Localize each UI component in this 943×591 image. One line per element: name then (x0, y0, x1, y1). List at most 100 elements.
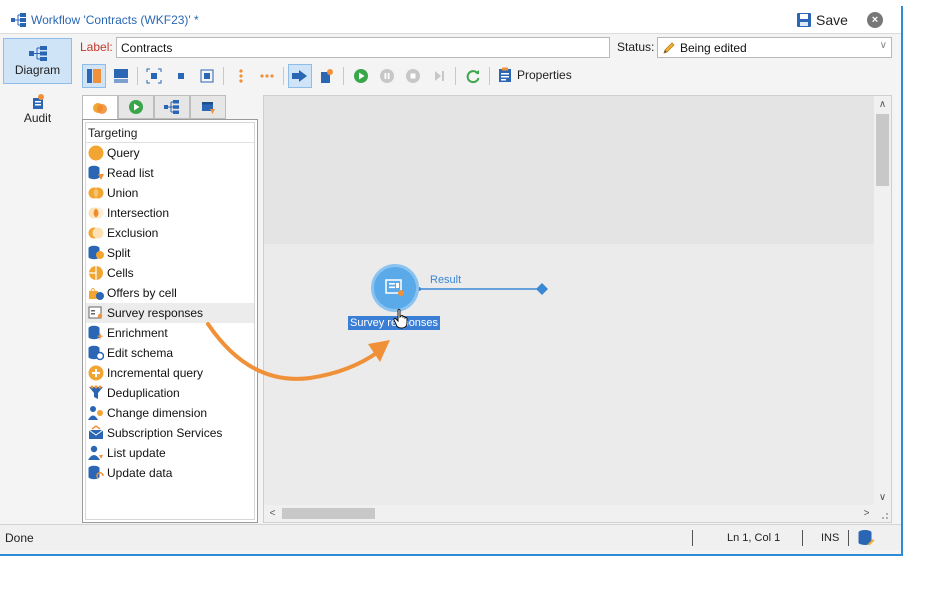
scroll-down-icon[interactable]: ∨ (874, 489, 891, 506)
palette-item-label: Exclusion (107, 226, 159, 240)
chevron-down-icon[interactable]: ∨ (880, 40, 887, 51)
palette-item-label: Deduplication (107, 386, 180, 400)
database-icon (858, 530, 875, 546)
vertical-scroll-thumb[interactable] (876, 114, 889, 186)
palette-item-split[interactable]: Split (86, 243, 254, 263)
workflow-window: Workflow 'Contracts (WKF23)' * Save × Di… (0, 6, 903, 556)
transition-arrow-icon (292, 70, 307, 82)
label-field[interactable]: Contracts (116, 37, 610, 58)
stop-button[interactable] (401, 64, 425, 88)
horizontal-scroll-thumb[interactable] (282, 508, 375, 519)
nav-item-audit[interactable]: Audit (3, 87, 72, 133)
palette-item-label: Update data (107, 466, 173, 480)
save-button[interactable]: Save (796, 10, 848, 30)
zoom-page-button[interactable] (195, 64, 219, 88)
status-value: Being edited (680, 41, 747, 55)
split-icon (88, 245, 104, 260)
palette-item-label: Subscription Services (107, 426, 223, 440)
refresh-button[interactable] (461, 64, 485, 88)
zoom-actual-icon (178, 73, 184, 79)
close-icon[interactable]: × (867, 12, 883, 28)
stop-icon (406, 69, 420, 83)
align-horizontal-button[interactable] (255, 64, 279, 88)
query-icon (88, 145, 104, 161)
left-nav: Diagram Audit (0, 35, 76, 523)
step-button[interactable] (427, 64, 451, 88)
play-icon (354, 69, 368, 83)
zoom-page-icon (200, 69, 214, 83)
audit-toolbar-button[interactable] (315, 64, 339, 88)
workflow-canvas[interactable]: ∧ ∨ < > (263, 95, 892, 523)
cursor-position: Ln 1, Col 1 (727, 532, 781, 544)
palette-item-label: Union (107, 186, 139, 200)
pencil-icon (663, 42, 675, 54)
align-horizontal-icon (260, 74, 274, 78)
read-list-icon (88, 165, 104, 180)
palette-item-offers-by-cell[interactable]: Offers by cell (86, 283, 254, 303)
zoom-actual-button[interactable] (169, 64, 193, 88)
vertical-scrollbar[interactable]: ∧ ∨ (874, 96, 891, 506)
scroll-right-icon[interactable]: > (858, 505, 875, 522)
scroll-up-icon[interactable]: ∧ (874, 96, 891, 113)
palette-item-label: Split (107, 246, 131, 260)
layout-horizontal-button[interactable] (109, 64, 133, 88)
status-dropdown[interactable]: Being edited ∨ (657, 37, 892, 58)
palette-item-change-dimension[interactable]: Change dimension (86, 403, 254, 423)
tab-targeting[interactable] (82, 95, 118, 120)
label-caption: Label: (80, 40, 113, 54)
nav-label-diagram: Diagram (14, 63, 61, 77)
actions-tab-icon (164, 100, 179, 114)
palette-item-query[interactable]: Query (86, 143, 254, 163)
union-icon (88, 187, 104, 199)
layout-vertical-button[interactable] (82, 64, 106, 88)
palette-item-union[interactable]: Union (86, 183, 254, 203)
tab-actions[interactable] (154, 95, 190, 119)
horizontal-scrollbar[interactable]: < > (264, 505, 875, 522)
deduplication-icon (89, 385, 103, 399)
pause-icon (380, 69, 394, 83)
pause-button[interactable] (375, 64, 399, 88)
refresh-icon (466, 70, 480, 84)
enrichment-icon (88, 325, 104, 340)
palette-item-cells[interactable]: Cells (86, 263, 254, 283)
step-icon (435, 71, 444, 81)
exclusion-icon (88, 227, 104, 239)
palette-item-label: Intersection (107, 206, 170, 220)
palette-item-label: Change dimension (107, 406, 208, 420)
nav-label-audit: Audit (23, 111, 52, 125)
palette-category-header: Targeting (86, 123, 254, 143)
palette-item-update-data[interactable]: Update data (86, 463, 254, 483)
start-button[interactable] (349, 64, 373, 88)
palette-item-exclusion[interactable]: Exclusion (86, 223, 254, 243)
nav-item-diagram[interactable]: Diagram (3, 38, 72, 84)
palette-item-subscription-services[interactable]: Subscription Services (86, 423, 254, 443)
incremental-query-icon (88, 365, 104, 381)
scroll-corner (874, 505, 891, 522)
tab-events[interactable] (190, 95, 226, 119)
survey-responses-activity[interactable] (371, 264, 419, 312)
zoom-fit-button[interactable] (142, 64, 166, 88)
diagram-icon (28, 46, 47, 61)
palette-item-label: List update (107, 446, 166, 460)
zoom-fit-icon (146, 68, 162, 84)
change-dimension-icon (88, 406, 103, 420)
subscription-services-icon (88, 425, 104, 439)
status-text: Done (5, 531, 34, 545)
save-label: Save (816, 12, 848, 28)
scroll-left-icon[interactable]: < (264, 505, 281, 522)
palette-item-list-update[interactable]: List update (86, 443, 254, 463)
align-vertical-button[interactable] (229, 64, 253, 88)
offers-by-cell-icon (89, 288, 104, 300)
transition-mode-button[interactable] (288, 64, 312, 88)
palette-item-read-list[interactable]: Read list (86, 163, 254, 183)
tab-flow-control[interactable] (118, 95, 154, 119)
layout-horizontal-icon (114, 69, 128, 83)
palette-item-intersection[interactable]: Intersection (86, 203, 254, 223)
canvas-margin-area (264, 96, 875, 244)
palette-item-label: Cells (107, 266, 134, 280)
palette-item-label: Edit schema (107, 346, 174, 360)
save-icon (797, 13, 811, 27)
survey-responses-icon (385, 279, 404, 296)
edit-schema-icon (88, 345, 104, 361)
properties-button[interactable]: Properties (498, 67, 572, 83)
